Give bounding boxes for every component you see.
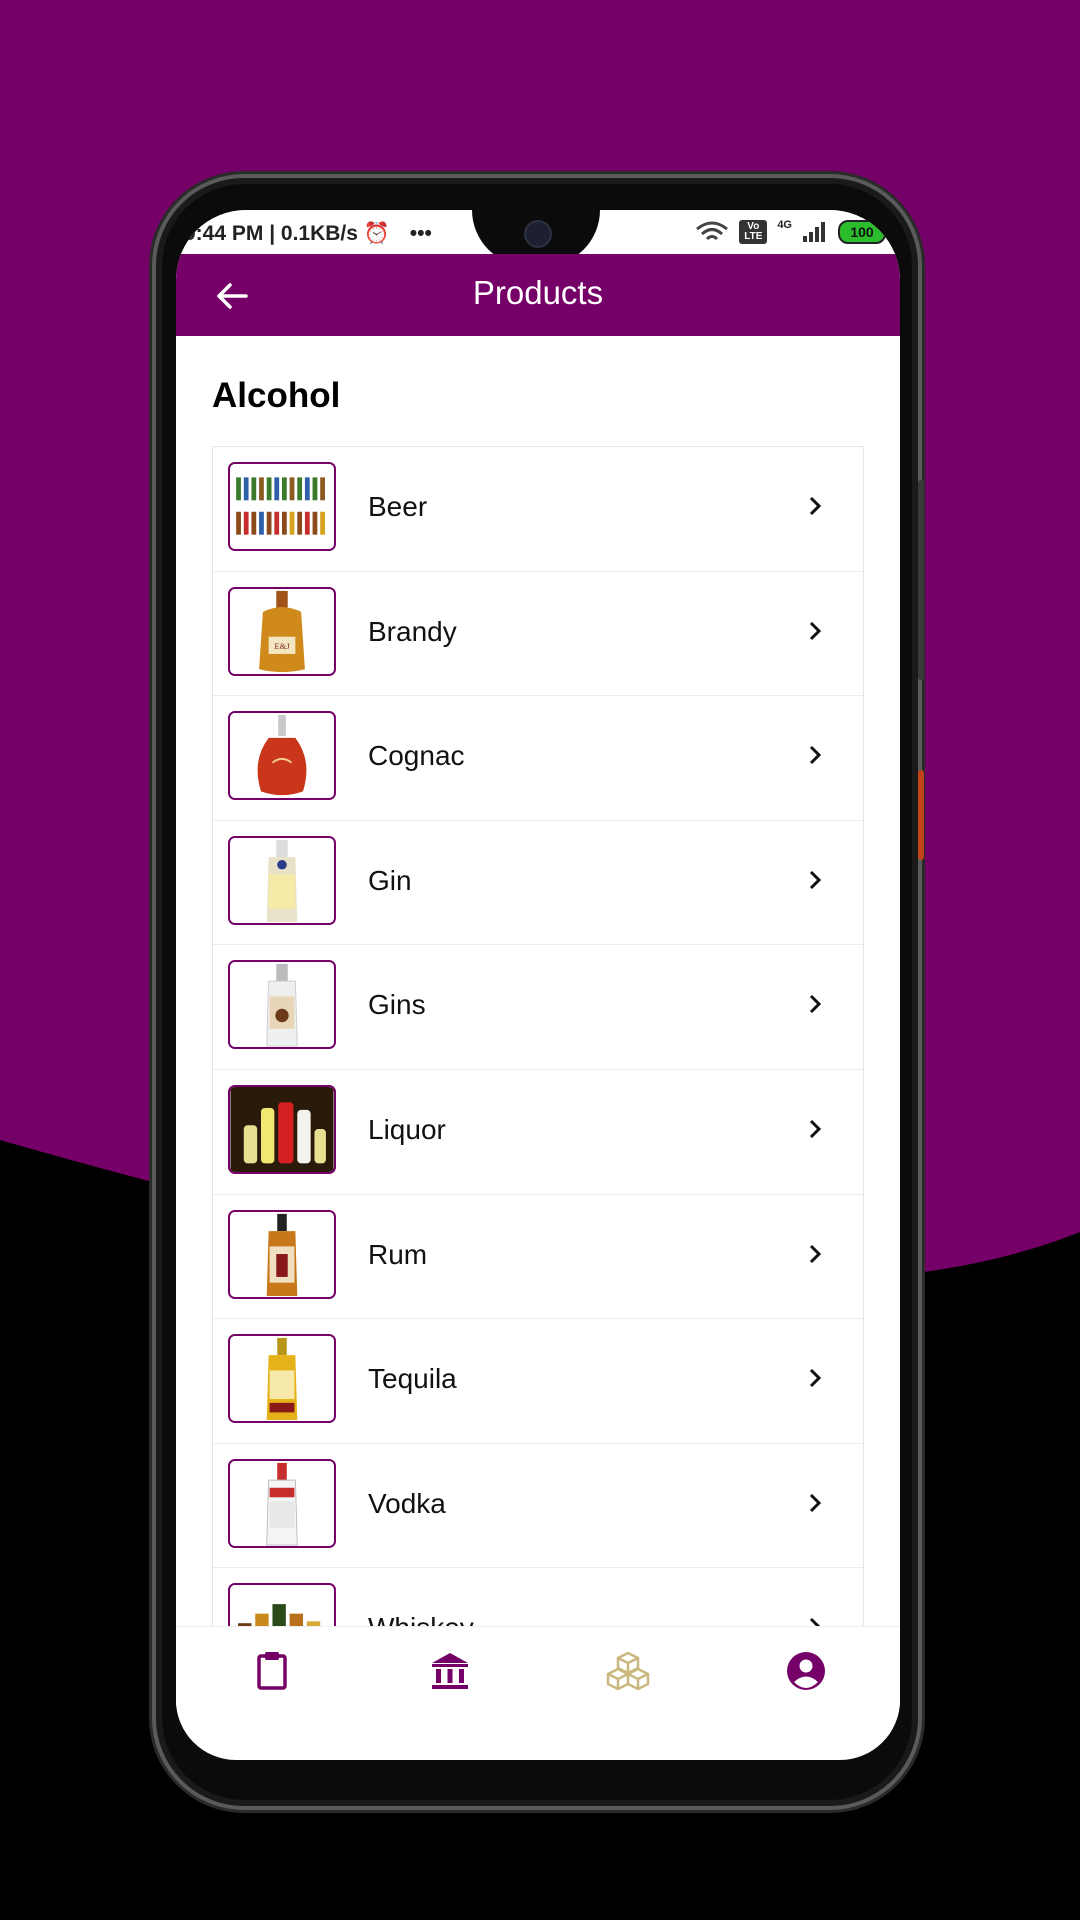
bank-icon[interactable]: [428, 1649, 472, 1693]
list-item-brandy[interactable]: E&J Brandy: [213, 572, 863, 697]
section-title: Alcohol: [212, 376, 341, 415]
bottom-navigation: [176, 1626, 900, 1717]
chevron-right-icon: [809, 1244, 822, 1263]
page-title: Products: [472, 274, 604, 311]
list-item-gin[interactable]: Gin: [213, 821, 863, 946]
app-bar: Products: [176, 254, 900, 336]
list-item-label: Vodka: [368, 1487, 446, 1519]
signal-icon: [803, 222, 825, 242]
alarm-icon: ⏰: [363, 222, 390, 245]
list-item-gins[interactable]: Gins: [213, 945, 863, 1070]
content-area: Alcohol Beer E&J Brandy Cognac Gin Gins …: [176, 336, 900, 1626]
brandy-bottle-image: E&J: [228, 586, 336, 676]
vodka-bottle-image: [228, 1458, 336, 1548]
svg-text:E&J: E&J: [274, 641, 290, 651]
list-item-label: Gins: [368, 989, 426, 1021]
chevron-right-icon: [809, 496, 822, 516]
status-time: 9:44 PM | 0.1KB/s: [184, 222, 358, 245]
list-item-whiskey[interactable]: Whiskey: [213, 1568, 863, 1626]
chevron-right-icon: [809, 1369, 822, 1388]
chevron-right-icon: [809, 995, 822, 1014]
chevron-right-icon: [809, 746, 822, 765]
status-bar: 9:44 PM | 0.1KB/s ⏰ ••• Vo LTE 4G 100: [176, 210, 900, 266]
list-item-liquor[interactable]: Liquor: [213, 1070, 863, 1195]
list-item-tequila[interactable]: Tequila: [213, 1319, 863, 1444]
network-type: 4G: [777, 219, 792, 231]
liquor-bottles-image: [228, 1084, 336, 1174]
list-item-vodka[interactable]: Vodka: [213, 1444, 863, 1569]
chevron-right-icon: [809, 1618, 820, 1626]
beer-bottles-image: [228, 462, 336, 551]
phone-screen: 9:44 PM | 0.1KB/s ⏰ ••• Vo LTE 4G 100 Pr…: [176, 210, 900, 1760]
chevron-right-icon: [809, 621, 822, 640]
tequila-bottle-image: [228, 1334, 336, 1424]
chevron-right-icon: [809, 1493, 822, 1512]
list-item-beer[interactable]: Beer: [213, 447, 863, 572]
phone-power-button: [918, 770, 924, 860]
whiskey-bottles-image: [228, 1583, 336, 1626]
gin-bottle-image: [228, 835, 336, 925]
chevron-right-icon: [809, 1119, 822, 1139]
list-item-label: Gin: [368, 864, 412, 896]
vodka-bottle-image: [228, 960, 336, 1050]
volte-icon: Vo LTE: [739, 220, 768, 244]
chevron-right-icon: [809, 870, 822, 889]
list-item-label: Beer: [368, 491, 428, 522]
boxes-icon[interactable]: [606, 1649, 650, 1693]
list-item-label: Rum: [368, 1238, 428, 1270]
list-item-label: Tequila: [368, 1363, 457, 1395]
wifi-icon: [696, 221, 729, 241]
battery-icon: 100: [838, 220, 886, 244]
more-icon: •••: [409, 222, 432, 245]
list-item-label: Liquor: [368, 1113, 446, 1145]
rum-bottle-image: [228, 1209, 336, 1299]
list-item-cognac[interactable]: Cognac: [213, 696, 863, 821]
list-item-label: Cognac: [368, 740, 465, 772]
category-list: Beer E&J Brandy Cognac Gin Gins Liquor R…: [212, 446, 864, 1626]
list-item-label: Whiskey: [368, 1612, 474, 1626]
clipboard-icon[interactable]: [250, 1649, 294, 1693]
account-circle-icon[interactable]: [784, 1649, 828, 1693]
phone-side-button: [918, 480, 924, 680]
cognac-bottle-image: [228, 711, 336, 801]
list-item-label: Brandy: [368, 615, 457, 647]
front-camera-icon: [524, 220, 552, 248]
list-item-rum[interactable]: Rum: [213, 1195, 863, 1320]
